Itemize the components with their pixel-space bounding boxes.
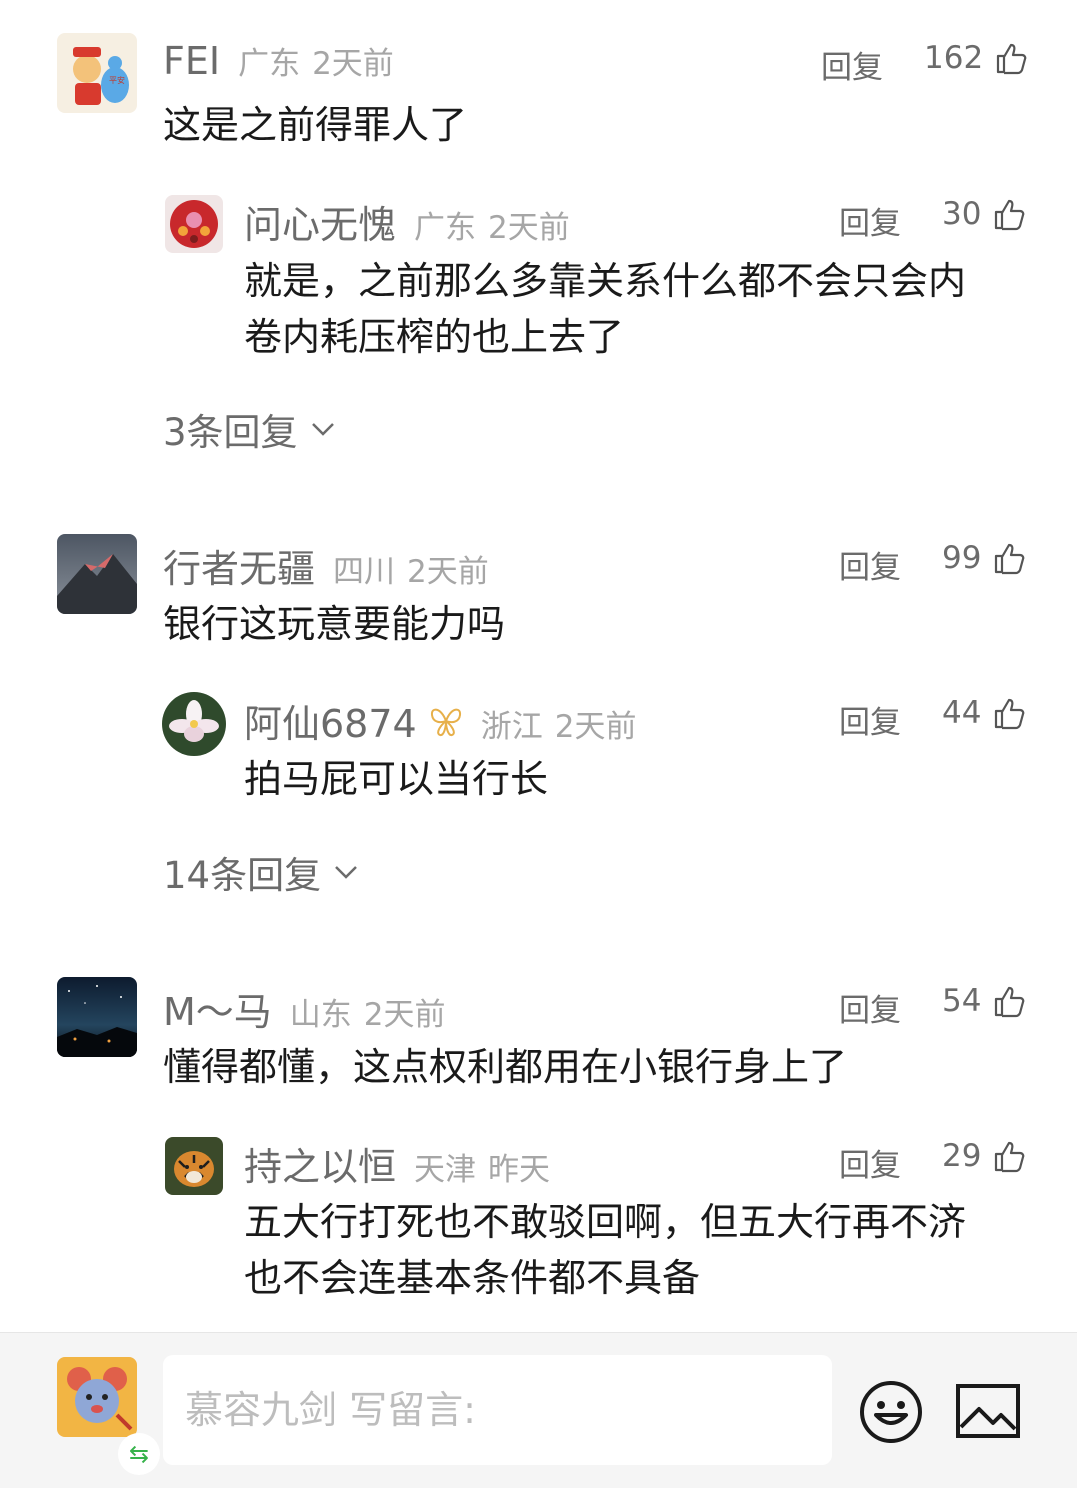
- replies-count: 14条回复: [163, 854, 322, 897]
- username[interactable]: FEI: [163, 39, 220, 83]
- like-button[interactable]: 29: [942, 1138, 1027, 1174]
- like-count: 30: [942, 196, 982, 232]
- region: 四川: [333, 554, 396, 590]
- reply-avatar[interactable]: [165, 1137, 223, 1195]
- like-button[interactable]: 44: [942, 695, 1027, 731]
- reply-button[interactable]: 回复: [821, 42, 883, 87]
- reply-button[interactable]: 回复: [839, 542, 901, 587]
- svg-text:平安: 平安: [109, 75, 125, 85]
- comment-input[interactable]: [163, 1355, 832, 1465]
- reply-text-line: 也不会连基本条件都不具备: [244, 1256, 701, 1300]
- comment-composer-bar: ⇆: [0, 1332, 1077, 1488]
- my-avatar[interactable]: [57, 1357, 137, 1437]
- comment-header: 行者无疆 四川 2天前: [163, 538, 489, 593]
- comment-text: 这是之前得罪人了: [163, 103, 468, 147]
- timestamp: 2天前: [554, 709, 637, 745]
- reply-text-line: 就是，之前那么多靠关系什么都不会只会内: [244, 259, 967, 303]
- like-count: 44: [942, 695, 982, 731]
- reply-avatar[interactable]: [165, 195, 223, 253]
- like-button[interactable]: 99: [942, 540, 1027, 576]
- comment-text: 银行这玩意要能力吗: [163, 602, 506, 646]
- reply-header: 持之以恒 天津 昨天: [244, 1136, 550, 1191]
- reply-button[interactable]: 回复: [839, 1140, 901, 1185]
- user-avatar[interactable]: 平安: [57, 33, 137, 113]
- user-avatar[interactable]: [57, 534, 137, 614]
- like-button[interactable]: 54: [942, 983, 1027, 1019]
- chevron-down-icon: [335, 866, 357, 879]
- reply-header: 问心无愧 广东 2天前: [244, 194, 570, 249]
- like-button[interactable]: 30: [942, 196, 1027, 232]
- reply-text-line: 五大行打死也不敢驳回啊，但五大行再不济: [244, 1200, 967, 1244]
- like-count: 54: [942, 983, 982, 1019]
- region: 天津: [414, 1152, 477, 1188]
- reply-header: 阿仙6874 浙江 2天前: [244, 693, 636, 748]
- thumbs-up-icon: [995, 986, 1025, 1018]
- comment-meta: 山东 2天前: [290, 989, 446, 1034]
- smiley-icon[interactable]: [858, 1379, 924, 1445]
- butterfly-badge-icon: [430, 708, 461, 736]
- comment-text: 懂得都懂，这点权利都用在小银行身上了: [163, 1045, 848, 1089]
- region: 山东: [289, 997, 352, 1033]
- comment-meta: 广东 2天前: [238, 38, 394, 83]
- reply-text-line: 卷内耗压榨的也上去了: [244, 315, 625, 359]
- image-icon[interactable]: [955, 1383, 1021, 1439]
- timestamp: 2天前: [488, 210, 570, 246]
- reply-button[interactable]: 回复: [839, 985, 901, 1030]
- chevron-down-icon: [311, 423, 334, 436]
- replies-count: 3条回复: [163, 411, 298, 454]
- timestamp: 2天前: [407, 554, 489, 590]
- username[interactable]: 问心无愧: [244, 194, 396, 249]
- reply-button[interactable]: 回复: [839, 697, 901, 742]
- like-count: 29: [942, 1138, 982, 1174]
- thumbs-up-icon: [995, 698, 1025, 730]
- username[interactable]: 阿仙6874: [244, 693, 417, 748]
- username[interactable]: M～马: [163, 981, 272, 1036]
- comment-header: M～马 山东 2天前: [163, 981, 446, 1036]
- expand-replies-button[interactable]: 14条回复: [163, 845, 359, 899]
- like-button[interactable]: 162: [924, 40, 1029, 76]
- timestamp: 2天前: [363, 997, 446, 1033]
- thumbs-up-icon: [995, 1141, 1025, 1173]
- thumbs-up-icon: [995, 199, 1025, 231]
- like-count: 162: [924, 40, 984, 76]
- comment-meta: 广东 2天前: [414, 202, 570, 247]
- timestamp: 2天前: [312, 46, 394, 82]
- like-count: 99: [942, 540, 982, 576]
- comment-header: FEI 广东 2天前: [163, 38, 394, 83]
- username[interactable]: 行者无疆: [163, 538, 315, 593]
- username[interactable]: 持之以恒: [244, 1136, 396, 1191]
- comment-meta: 浙江 2天前: [481, 701, 637, 746]
- switch-account-icon[interactable]: ⇆: [118, 1433, 160, 1475]
- region: 广东: [414, 210, 477, 246]
- comment-meta: 天津 昨天: [414, 1144, 550, 1189]
- region: 浙江: [480, 709, 543, 745]
- expand-replies-button[interactable]: 3条回复: [163, 402, 336, 456]
- reply-avatar[interactable]: [162, 692, 226, 756]
- reply-button[interactable]: 回复: [839, 198, 901, 243]
- thumbs-up-icon: [997, 43, 1027, 75]
- reply-text-line: 拍马屁可以当行长: [244, 757, 549, 801]
- region: 广东: [238, 46, 301, 82]
- comment-meta: 四川 2天前: [333, 546, 489, 591]
- user-avatar[interactable]: [57, 977, 137, 1057]
- thumbs-up-icon: [995, 543, 1025, 575]
- timestamp: 昨天: [488, 1152, 551, 1188]
